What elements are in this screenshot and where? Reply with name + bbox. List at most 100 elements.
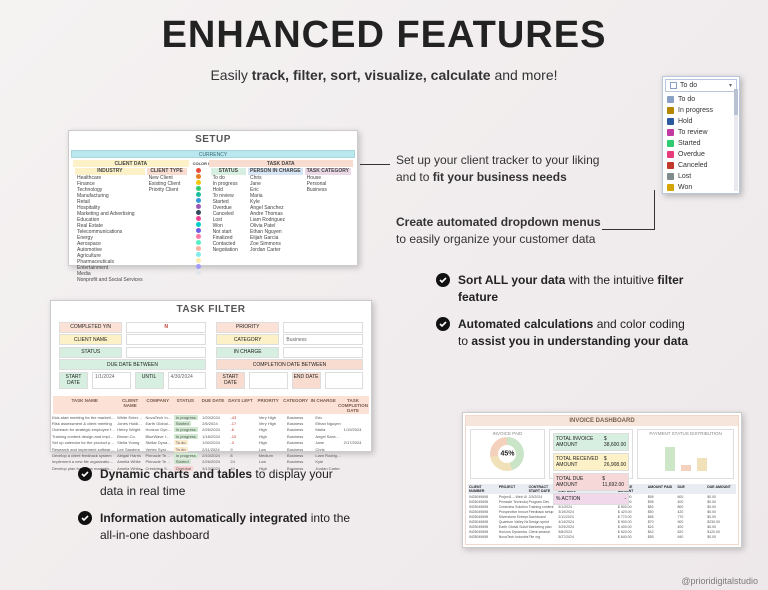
s3l: TOTAL DUE AMOUNT [556, 476, 602, 488]
dropdown-option-label: Canceled [678, 162, 708, 169]
color-swatch[interactable] [196, 270, 201, 275]
color-swatch[interactable] [196, 222, 201, 227]
color-swatch[interactable] [196, 234, 201, 239]
fr-range: COMPLETION DATE BETWEEN [216, 359, 363, 370]
color-swatch[interactable] [196, 264, 201, 269]
barchart-label: PAYMENT STATUS DISTRIBUTION [638, 430, 733, 437]
color-swatch[interactable] [196, 180, 201, 185]
clienttype-header: CLIENT TYPE [147, 168, 187, 175]
fr-l2: CATEGORY [216, 334, 279, 345]
f-v1[interactable]: N [126, 322, 206, 333]
fr-v1[interactable] [283, 322, 363, 333]
s1v: $ 38,600.00 [604, 436, 626, 448]
pointer-line-dropdown-v [654, 190, 655, 230]
f-l1: COMPLETED Y/N [59, 322, 122, 333]
s3v: $ 11,692.00 [602, 476, 626, 488]
column-header[interactable]: DAYS LEFT [227, 396, 255, 414]
column-header[interactable]: PRIORITY [254, 396, 282, 414]
barchart-box: PAYMENT STATUS DISTRIBUTION [637, 429, 734, 479]
page-subtitle: Easily track, filter, sort, visualize, c… [0, 67, 768, 83]
color-swatch[interactable] [196, 252, 201, 257]
status-dropdown[interactable]: To do ▾ To do In progress Hold To reviewSta… [662, 76, 740, 194]
dropdown-option-label: In progress [678, 107, 713, 114]
donut-pct: 45% [500, 451, 514, 458]
check-sort-b1: Sort ALL your data [458, 273, 569, 287]
f-r1b[interactable]: 1/1/2024 [92, 372, 130, 389]
color-swatch[interactable] [196, 216, 201, 221]
list-item: Jordan Carter [250, 247, 301, 253]
color-swatch[interactable] [196, 168, 201, 173]
color-swatch[interactable] [196, 228, 201, 233]
fr-r2b[interactable] [325, 372, 363, 389]
column-header[interactable]: COMPANY [144, 396, 172, 414]
color-swatch[interactable] [196, 204, 201, 209]
table-row: IN25049698NovaTech IndustriesFile org5/2… [468, 534, 736, 539]
column-header[interactable]: IN CHARGE [309, 396, 337, 414]
column-header[interactable]: CATEGORY [282, 396, 310, 414]
fr-r2a: END DATE [292, 372, 321, 389]
color-swatch[interactable] [196, 246, 201, 251]
table-cell: 5/27/2024 [557, 534, 587, 539]
dropdown-option[interactable]: To do [663, 94, 739, 105]
column-header: DUE AMOUNT [706, 484, 736, 494]
f-v2[interactable] [126, 334, 206, 345]
dropdown-option[interactable]: To review [663, 127, 739, 138]
callout-dropdown-text: to easily organize your customer data [396, 232, 595, 246]
dropdown-option[interactable]: Canceled [663, 160, 739, 171]
check-calc: Automated calculations and color coding … [436, 316, 696, 350]
color-swatch[interactable] [196, 186, 201, 191]
subtitle-post: and more! [491, 67, 558, 83]
column-header[interactable]: STATUS [172, 396, 200, 414]
dropdown-option[interactable]: Lost [663, 171, 739, 182]
column-header[interactable]: CLIENT NAME [116, 396, 144, 414]
color-swatch[interactable] [196, 258, 201, 263]
fr-v3[interactable] [283, 347, 363, 358]
color-swatch[interactable] [196, 198, 201, 203]
column-header[interactable]: DUE DATE [199, 396, 227, 414]
dropdown-option[interactable]: Hold [663, 116, 739, 127]
f-v3[interactable] [126, 347, 206, 358]
callout-dropdown: Create automated dropdown menus to easil… [396, 214, 606, 248]
filter-table-body: Kick-start meeting for the marketing cam… [51, 414, 371, 471]
dropdown-option[interactable]: Started [663, 138, 739, 149]
dropdown-option-label: Lost [678, 173, 691, 180]
status-icon [667, 107, 674, 114]
dropdown-option[interactable]: In progress [663, 105, 739, 116]
color-swatch[interactable] [196, 174, 201, 179]
task-filter-panel: TASK FILTER COMPLETED Y/NN CLIENT NAME S… [50, 300, 372, 452]
dropdown-scrollbar[interactable] [734, 89, 738, 191]
color-swatch[interactable] [196, 240, 201, 245]
category-header: TASK CATEGORY [305, 168, 351, 175]
stats-box: TOTAL INVOICE AMOUNT$ 38,600.00 TOTAL RE… [549, 429, 633, 479]
f-r2b[interactable]: 4/30/2024 [168, 372, 206, 389]
filter-table-head: TASK NAMECLIENT NAMECOMPANYSTATUSDUE DAT… [53, 396, 369, 414]
check-charts-b: Dynamic charts and tables [100, 467, 255, 481]
list-item: Business [307, 187, 349, 193]
status-icon [667, 129, 674, 136]
color-swatch[interactable] [196, 210, 201, 215]
f-r2a: UNTIL [135, 372, 164, 389]
check-info-b: Information automatically integrated [100, 511, 311, 525]
fr-r1b[interactable] [249, 372, 287, 389]
dropdown-option-label: Hold [678, 118, 692, 125]
scrollbar-thumb[interactable] [734, 89, 738, 115]
dash-title: INVOICE DASHBOARD [466, 416, 738, 426]
color-swatch[interactable] [196, 192, 201, 197]
check-sort-t: with the intuitive [569, 273, 658, 287]
column-header[interactable]: TASK COMPLETION DATE [337, 396, 369, 414]
dropdown-option[interactable]: Won [663, 182, 739, 193]
dropdown-option[interactable]: Overdue [663, 149, 739, 160]
column-header[interactable]: TASK NAME [53, 396, 116, 414]
dropdown-option-label: Overdue [678, 151, 705, 158]
table-cell: NovaTech Industries [498, 534, 528, 539]
setup-panel: SETUP CURRENCY CLIENT DATA INDUSTRYHealt… [68, 130, 358, 266]
check-icon [78, 467, 92, 481]
dropdown-option-label: To do [678, 96, 695, 103]
fr-v2[interactable]: Business [283, 334, 363, 345]
callout-setup: Set up your client tracker to your likin… [396, 152, 606, 186]
status-icon [667, 151, 674, 158]
check-icon [78, 511, 92, 525]
column-header: CLIENT NUMBER [468, 484, 498, 494]
dropdown-selected[interactable]: To do ▾ [665, 79, 737, 92]
dropdown-option-label: Won [678, 184, 692, 191]
